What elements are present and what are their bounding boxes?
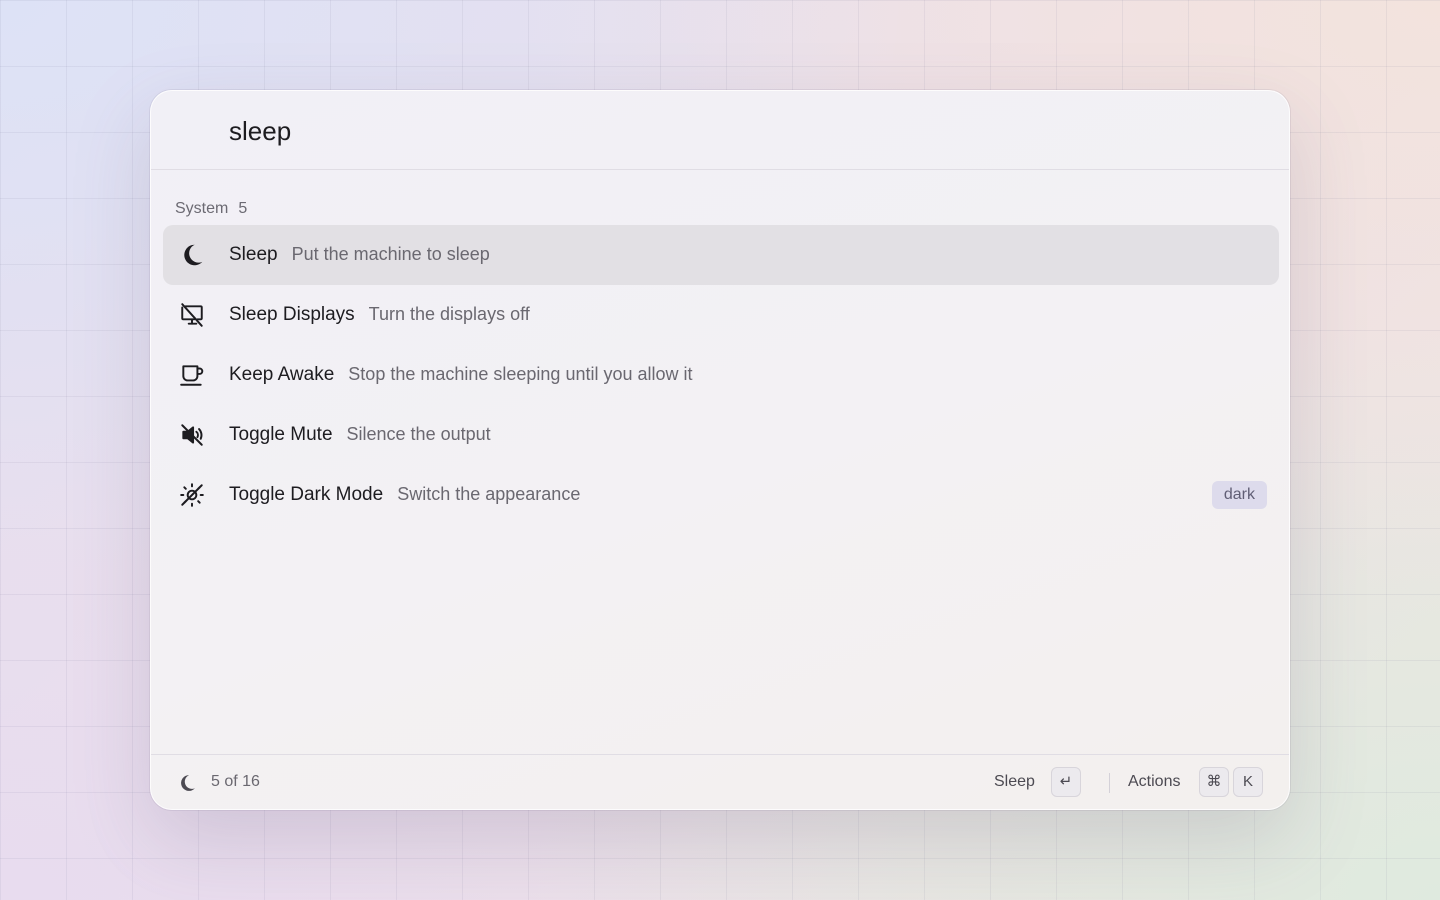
result-subtitle: Switch the appearance xyxy=(397,484,581,504)
section-header: System 5 xyxy=(175,200,247,218)
section-count: 5 xyxy=(238,200,248,217)
return-key-icon: ↵ xyxy=(1051,767,1081,797)
k-key-icon: K xyxy=(1233,767,1263,797)
divider xyxy=(1109,773,1110,793)
sun-off-icon xyxy=(179,482,205,508)
result-title: Sleep xyxy=(229,244,278,265)
command-key-icon: ⌘ xyxy=(1199,767,1229,797)
result-item-sleep-displays[interactable]: Sleep Displays Turn the displays off xyxy=(163,285,1279,345)
section-label: System xyxy=(175,200,229,217)
result-item-toggle-dark-mode[interactable]: Toggle Dark Mode Switch the appearance da… xyxy=(163,465,1279,525)
display-off-icon xyxy=(179,302,205,328)
result-count: 5 of 16 xyxy=(211,773,260,790)
result-subtitle: Turn the displays off xyxy=(368,304,530,324)
result-subtitle: Put the machine to sleep xyxy=(291,244,490,264)
result-title: Keep Awake xyxy=(229,364,335,385)
search-bar xyxy=(151,91,1289,170)
result-title: Toggle Dark Mode xyxy=(229,484,384,505)
result-item-sleep[interactable]: Sleep Put the machine to sleep xyxy=(163,225,1279,285)
result-title: Toggle Mute xyxy=(229,424,333,445)
primary-action-button[interactable]: Sleep xyxy=(994,773,1035,791)
result-tag: dark xyxy=(1211,481,1267,509)
coffee-cup-icon xyxy=(179,362,205,388)
result-item-toggle-mute[interactable]: Toggle Mute Silence the output xyxy=(163,405,1279,465)
footer-bar: 5 of 16 Sleep ↵ Actions ⌘ K xyxy=(151,754,1289,809)
moon-icon xyxy=(177,773,197,793)
moon-icon xyxy=(179,242,205,268)
result-item-keep-awake[interactable]: Keep Awake Stop the machine sleeping unti… xyxy=(163,345,1279,405)
result-subtitle: Silence the output xyxy=(346,424,491,444)
actions-button[interactable]: Actions xyxy=(1128,773,1180,791)
result-title: Sleep Displays xyxy=(229,304,355,325)
result-subtitle: Stop the machine sleeping until you allo… xyxy=(348,364,693,384)
command-palette: System 5 Sleep Put the machine to sleep Sl… xyxy=(150,90,1290,810)
speaker-mute-icon xyxy=(179,422,205,448)
search-input[interactable] xyxy=(229,111,1129,151)
